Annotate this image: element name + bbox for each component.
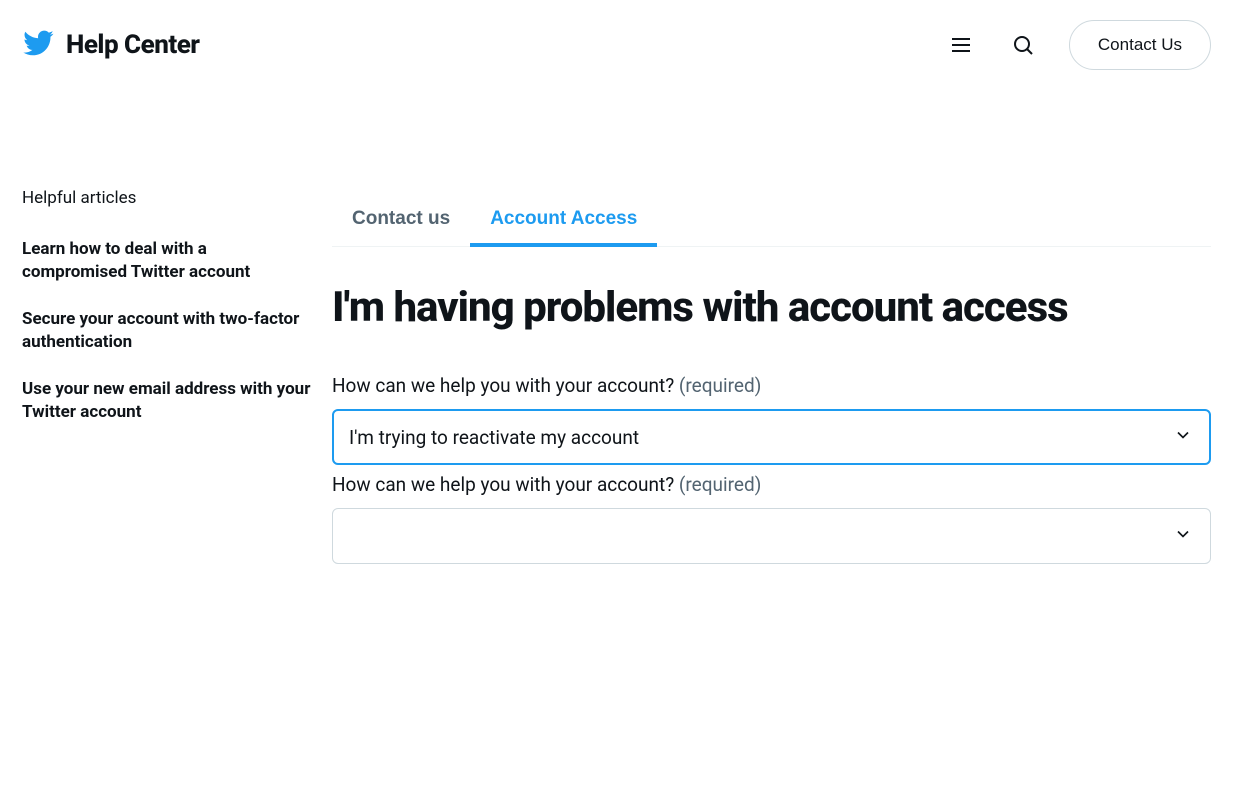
- main-content: Contact us Account Access I'm having pro…: [332, 90, 1211, 564]
- form-label-1-required: (required): [679, 374, 761, 397]
- form-label-2-text: How can we help you with your account?: [332, 473, 674, 496]
- page-title: I'm having problems with account access: [332, 283, 1211, 332]
- twitter-logo-icon[interactable]: [22, 27, 54, 63]
- sidebar: Helpful articles Learn how to deal with …: [22, 90, 312, 564]
- select-help-account-1[interactable]: I'm trying to reactivate my account: [332, 409, 1211, 465]
- header: Help Center Contact Us: [0, 0, 1233, 90]
- sidebar-link-compromised[interactable]: Learn how to deal with a compromised Twi…: [22, 238, 312, 284]
- header-left: Help Center: [22, 27, 200, 63]
- select-wrapper-2: [332, 508, 1211, 564]
- sidebar-link-email[interactable]: Use your new email address with your Twi…: [22, 378, 312, 424]
- menu-icon[interactable]: [945, 29, 977, 61]
- form-group-2: How can we help you with your account? (…: [332, 473, 1211, 564]
- select-help-account-2[interactable]: [332, 508, 1211, 564]
- form-label-2-required: (required): [679, 473, 761, 496]
- header-right: Contact Us: [945, 20, 1211, 70]
- form-group-1: How can we help you with your account? (…: [332, 374, 1211, 465]
- form-label-1: How can we help you with your account? (…: [332, 374, 1211, 397]
- tab-account-access[interactable]: Account Access: [490, 208, 637, 246]
- form-label-1-text: How can we help you with your account?: [332, 374, 674, 397]
- logo-text: Help Center: [66, 30, 200, 60]
- tab-contact-us[interactable]: Contact us: [352, 208, 450, 246]
- search-icon[interactable]: [1007, 29, 1039, 61]
- tabs: Contact us Account Access: [332, 208, 1211, 247]
- layout: Helpful articles Learn how to deal with …: [0, 90, 1233, 564]
- sidebar-title: Helpful articles: [22, 188, 312, 208]
- form-label-2: How can we help you with your account? (…: [332, 473, 1211, 496]
- contact-us-button[interactable]: Contact Us: [1069, 20, 1211, 70]
- sidebar-link-twofactor[interactable]: Secure your account with two-factor auth…: [22, 308, 312, 354]
- select-wrapper-1: I'm trying to reactivate my account: [332, 409, 1211, 465]
